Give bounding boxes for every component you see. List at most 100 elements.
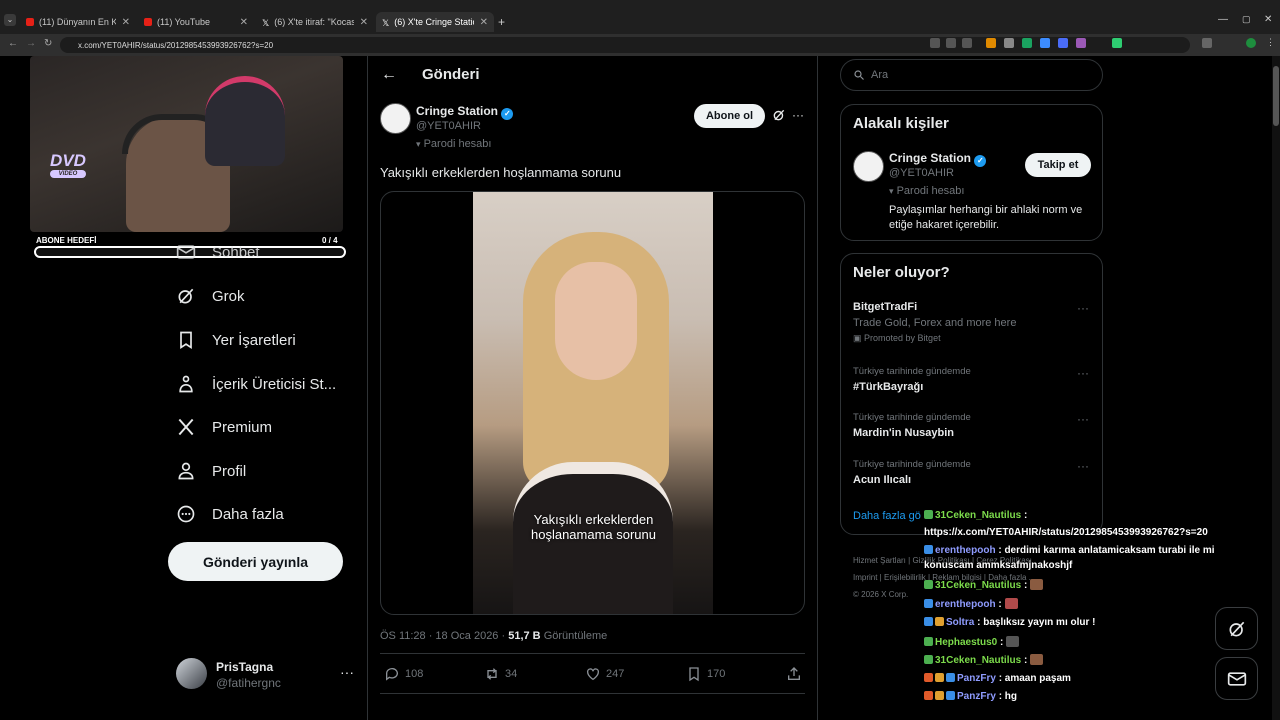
- forward-icon[interactable]: →: [26, 38, 36, 49]
- trend-item[interactable]: Türkiye tarihinde gündemde Acun Ilıcalı …: [853, 459, 1093, 495]
- subscribe-button[interactable]: Abone ol: [694, 104, 765, 128]
- grok-floating-button[interactable]: [1215, 607, 1258, 650]
- more-dots-icon[interactable]: ···: [792, 108, 804, 122]
- maximize-icon[interactable]: ▢: [1242, 14, 1251, 25]
- chat-emote: [1030, 579, 1044, 590]
- follow-button[interactable]: Takip et: [1025, 153, 1091, 177]
- sidebar-item-grok[interactable]: Grok: [176, 286, 245, 306]
- share-icon[interactable]: [786, 666, 802, 687]
- author-avatar[interactable]: [380, 103, 411, 134]
- extension-icon[interactable]: [1076, 38, 1086, 48]
- x-logo-icon: 𝕏: [382, 18, 390, 28]
- install-icon[interactable]: [930, 38, 940, 48]
- sidebar-item-profile[interactable]: Profil: [176, 461, 246, 481]
- chat-message: Hephaestus0 :: [924, 636, 1020, 648]
- extension-icon[interactable]: [1112, 38, 1122, 48]
- more-dots-icon[interactable]: ···: [1077, 412, 1089, 426]
- browser-tab-active[interactable]: 𝕏 (6) X'te Cringe Station: "Yakı ✕: [376, 12, 494, 32]
- extension-icon[interactable]: [1040, 38, 1050, 48]
- extension-icon[interactable]: [986, 38, 996, 48]
- more-dots-icon[interactable]: ···: [340, 664, 354, 680]
- tab-label: (11) YouTube: [157, 17, 211, 27]
- footer-link[interactable]: Hizmet Şartları: [853, 556, 906, 565]
- extensions-puzzle-icon[interactable]: [1202, 38, 1212, 48]
- footer-link[interactable]: Imprint: [853, 573, 877, 582]
- new-tab-icon[interactable]: +: [498, 15, 505, 29]
- more-dots-icon[interactable]: ···: [1077, 366, 1089, 380]
- extension-icon[interactable]: [1022, 38, 1032, 48]
- messages-floating-button[interactable]: [1215, 657, 1258, 700]
- scrollbar-thumb[interactable]: [1273, 66, 1279, 126]
- chat-text: konuscam ammksafmjnakoshjf: [924, 560, 1073, 571]
- chat-message: konuscam ammksafmjnakoshjf: [924, 560, 1072, 571]
- close-window-icon[interactable]: ✕: [1264, 14, 1272, 25]
- close-icon[interactable]: ✕: [122, 17, 130, 28]
- minimize-icon[interactable]: —: [1218, 14, 1228, 25]
- close-icon[interactable]: ✕: [360, 17, 368, 28]
- repost-button[interactable]: 34: [484, 666, 517, 682]
- x-logo-icon: [178, 418, 194, 436]
- author-name-text: Cringe Station: [416, 104, 499, 118]
- related-name-text: Cringe Station: [889, 151, 972, 165]
- like-count: 247: [606, 668, 625, 680]
- reply-button[interactable]: 108: [384, 666, 423, 682]
- back-icon[interactable]: ←: [8, 38, 18, 49]
- author-name[interactable]: Cringe Station ✓: [416, 104, 514, 120]
- sidebar-item-premium[interactable]: Premium: [176, 417, 272, 437]
- like-button[interactable]: 247: [585, 666, 624, 682]
- close-icon[interactable]: ✕: [240, 17, 248, 28]
- back-arrow-icon[interactable]: ←: [381, 66, 397, 84]
- related-avatar[interactable]: [853, 151, 884, 182]
- sidebar-item-label: İçerik Üreticisi St...: [212, 375, 337, 393]
- reload-icon[interactable]: ↻: [44, 38, 52, 49]
- chat-badge-icon: [924, 691, 933, 700]
- trend-item[interactable]: Türkiye tarihinde gündemde Mardin'in Nus…: [853, 412, 1093, 448]
- show-more-link[interactable]: Daha fazla gö: [853, 510, 921, 522]
- main-column-border-right: [817, 56, 818, 720]
- chat-text: :: [1023, 580, 1028, 591]
- grok-icon[interactable]: [772, 108, 786, 122]
- page-scrollbar[interactable]: [1272, 56, 1280, 720]
- browser-tab[interactable]: (11) Dünyanın En Küçük Evleri ✕: [20, 12, 136, 32]
- browser-tab[interactable]: 𝕏 (6) X'te itiraf: "Kocası ağladı diy ✕: [256, 12, 374, 32]
- more-dots-icon[interactable]: ···: [1077, 301, 1089, 315]
- sidebar-item-sohbet[interactable]: Sohbet: [176, 242, 260, 262]
- url-field[interactable]: x.com/YET0AHIR/status/201298545399392676…: [60, 37, 1190, 53]
- star-icon[interactable]: [962, 38, 972, 48]
- browser-tab[interactable]: (11) YouTube ✕: [138, 12, 254, 32]
- chat-badge-icon: [924, 637, 933, 646]
- profile-avatar-icon[interactable]: [1246, 38, 1256, 48]
- related-name[interactable]: Cringe Station ✓: [889, 151, 987, 167]
- trend-item[interactable]: Türkiye tarihinde gündemde #TürkBayrağı …: [853, 366, 1093, 402]
- video-player[interactable]: Yakışıklı erkeklerden hoşlanamama sorunu: [380, 191, 805, 615]
- more-dots-icon[interactable]: ···: [1077, 459, 1089, 473]
- footer-link[interactable]: Erişilebilirlik: [884, 573, 926, 582]
- url-text: x.com/YET0AHIR/status/201298545399392676…: [78, 41, 274, 50]
- chat-badge-icon: [924, 580, 933, 589]
- tab-list-icon[interactable]: ⌄: [4, 14, 16, 26]
- account-handle: @fatihergnc: [216, 676, 281, 690]
- chat-badge-icon: [946, 691, 955, 700]
- post-button[interactable]: Gönderi yayınla: [168, 542, 343, 581]
- main-column-border-left: [367, 56, 368, 720]
- search-box[interactable]: Ara: [840, 59, 1103, 91]
- menu-icon[interactable]: ⋮: [1266, 38, 1276, 48]
- zoom-icon[interactable]: [946, 38, 956, 48]
- post-timestamp[interactable]: ÖS 11:28 · 18 Oca 2026 ·: [380, 630, 508, 642]
- account-switcher[interactable]: PrisTagna @fatihergnc ···: [176, 658, 356, 692]
- trend-item[interactable]: BitgetTradFi Trade Gold, Forex and more …: [853, 301, 1093, 351]
- video-frame: [473, 192, 713, 614]
- extension-icon[interactable]: [1004, 38, 1014, 48]
- extension-icon[interactable]: [1058, 38, 1068, 48]
- sidebar-item-label: Daha fazla: [212, 505, 284, 523]
- chat-text: :: [1023, 655, 1028, 666]
- bookmark-button[interactable]: 170: [686, 666, 725, 682]
- close-icon[interactable]: ✕: [480, 17, 488, 28]
- sidebar-item-creator-studio[interactable]: İçerik Üreticisi St...: [176, 374, 336, 394]
- chat-username: Soltra: [946, 617, 975, 628]
- chat-username: PanzFry: [957, 691, 996, 702]
- author-handle[interactable]: @YET0AHIR: [416, 120, 481, 132]
- sidebar-item-more[interactable]: Daha fazla: [176, 504, 284, 524]
- sidebar-item-bookmarks[interactable]: Yer İşaretleri: [176, 330, 296, 350]
- subgoal-label: ABONE HEDEFİ: [36, 236, 97, 245]
